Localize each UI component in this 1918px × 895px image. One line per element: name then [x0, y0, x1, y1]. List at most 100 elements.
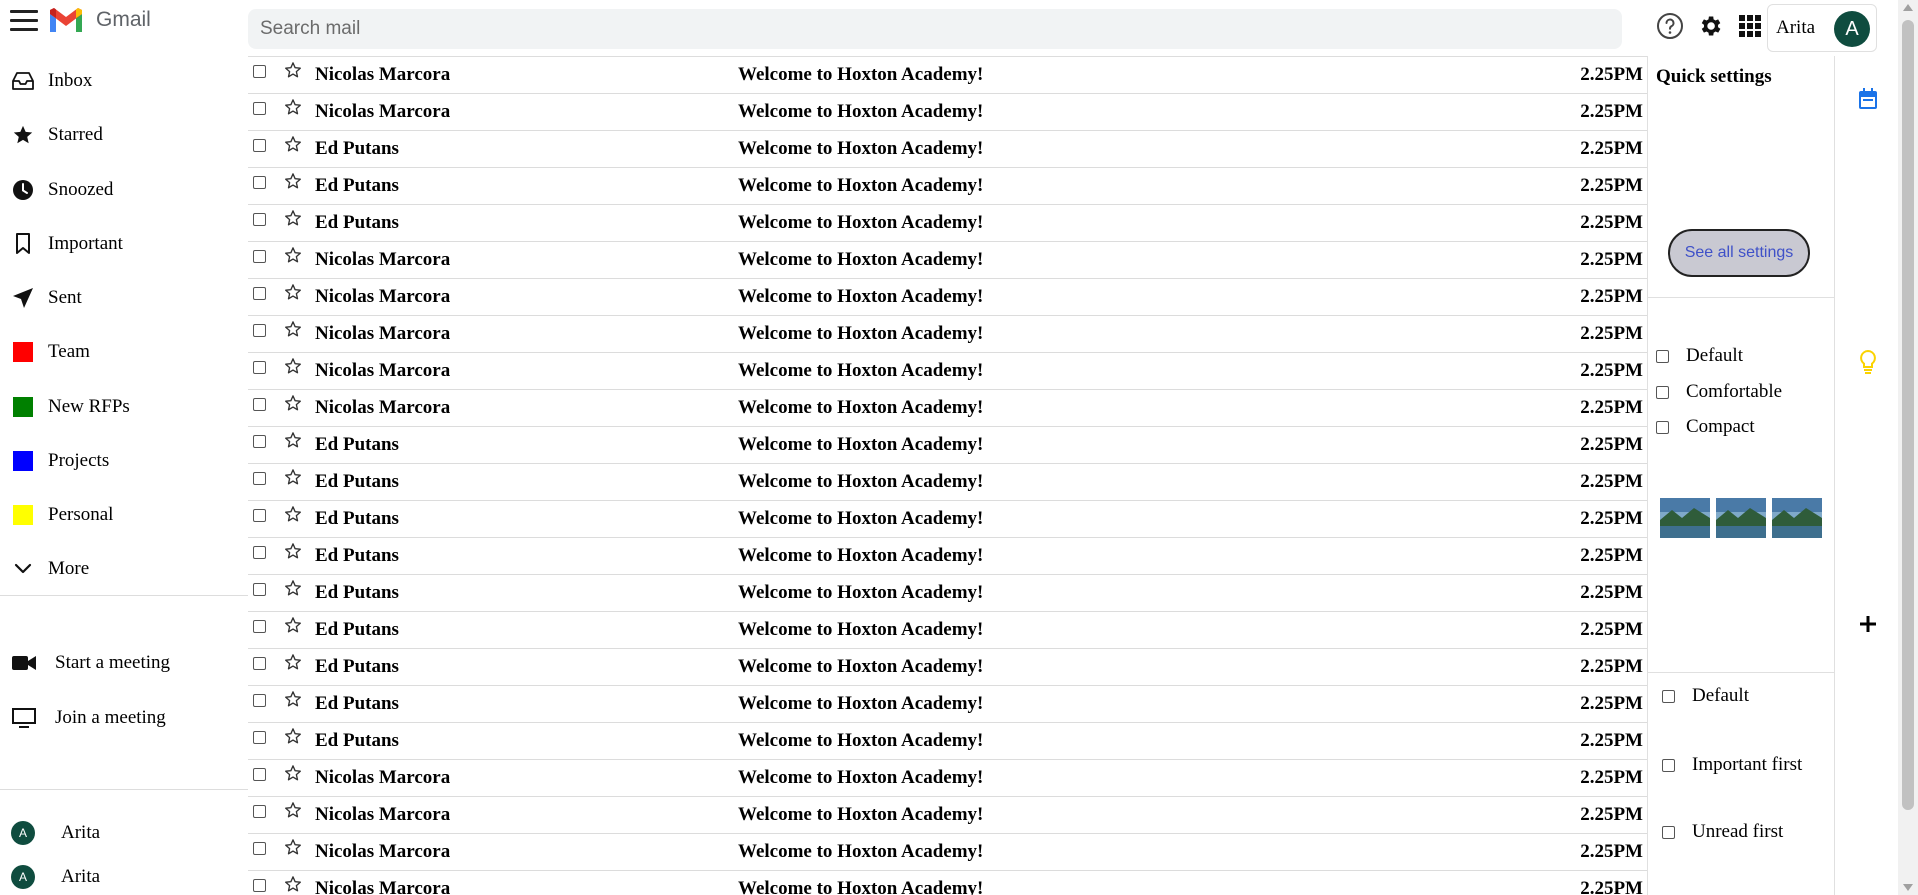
- sidebar-item-personal[interactable]: Personal: [0, 495, 248, 535]
- account-avatar[interactable]: A: [1834, 11, 1870, 47]
- star-outline-icon[interactable]: [284, 727, 302, 745]
- theme-thumbnail[interactable]: [1772, 498, 1822, 538]
- star-outline-icon[interactable]: [284, 653, 302, 671]
- star-outline-icon[interactable]: [284, 468, 302, 486]
- email-row[interactable]: Nicolas Marcora Welcome to Hoxton Academy…: [248, 797, 1647, 834]
- sort-option-default[interactable]: Default: [1662, 684, 1749, 708]
- email-select-checkbox[interactable]: [253, 472, 266, 485]
- email-row[interactable]: Nicolas Marcora Welcome to Hoxton Academy…: [248, 57, 1647, 94]
- email-select-checkbox[interactable]: [253, 768, 266, 781]
- email-select-checkbox[interactable]: [253, 842, 266, 855]
- email-row[interactable]: Ed Putans Welcome to Hoxton Academy! 2.25P…: [248, 649, 1647, 686]
- email-select-checkbox[interactable]: [253, 213, 266, 226]
- density-option-compact[interactable]: Compact: [1656, 415, 1755, 439]
- email-row[interactable]: Ed Putans Welcome to Hoxton Academy! 2.25P…: [248, 538, 1647, 575]
- star-outline-icon[interactable]: [284, 283, 302, 301]
- theme-thumbnail[interactable]: [1660, 498, 1710, 538]
- calendar-icon[interactable]: [1855, 86, 1881, 112]
- email-select-checkbox[interactable]: [253, 398, 266, 411]
- email-select-checkbox[interactable]: [253, 546, 266, 559]
- email-select-checkbox[interactable]: [253, 176, 266, 189]
- email-row[interactable]: Ed Putans Welcome to Hoxton Academy! 2.25P…: [248, 686, 1647, 723]
- checkbox[interactable]: [1662, 689, 1675, 703]
- apps-grid-icon[interactable]: [1735, 11, 1765, 41]
- email-select-checkbox[interactable]: [253, 324, 266, 337]
- sidebar-item-team[interactable]: Team: [0, 332, 248, 372]
- email-row[interactable]: Nicolas Marcora Welcome to Hoxton Academy…: [248, 94, 1647, 131]
- checkbox[interactable]: [1662, 758, 1675, 772]
- theme-thumbnail[interactable]: [1716, 498, 1766, 538]
- star-outline-icon[interactable]: [284, 431, 302, 449]
- email-row[interactable]: Ed Putans Welcome to Hoxton Academy! 2.25P…: [248, 723, 1647, 760]
- join-meeting-button[interactable]: Join a meeting: [0, 698, 248, 738]
- email-row[interactable]: Ed Putans Welcome to Hoxton Academy! 2.25P…: [248, 464, 1647, 501]
- star-outline-icon[interactable]: [284, 801, 302, 819]
- start-meeting-button[interactable]: Start a meeting: [0, 643, 248, 683]
- sidebar-item-more[interactable]: More: [0, 549, 248, 589]
- scroll-up-arrow-icon[interactable]: [1903, 4, 1913, 11]
- star-outline-icon[interactable]: [284, 209, 302, 227]
- sidebar-item-sent[interactable]: Sent: [0, 278, 248, 318]
- scroll-down-arrow-icon[interactable]: [1903, 884, 1913, 891]
- settings-gear-icon[interactable]: [1695, 11, 1725, 41]
- email-select-checkbox[interactable]: [253, 657, 266, 670]
- email-select-checkbox[interactable]: [253, 361, 266, 374]
- email-select-checkbox[interactable]: [253, 694, 266, 707]
- checkbox[interactable]: [1656, 349, 1669, 363]
- email-row[interactable]: Ed Putans Welcome to Hoxton Academy! 2.25P…: [248, 205, 1647, 242]
- add-icon[interactable]: [1855, 611, 1881, 637]
- email-row[interactable]: Nicolas Marcora Welcome to Hoxton Academy…: [248, 390, 1647, 427]
- sidebar-item-projects[interactable]: Projects: [0, 441, 248, 481]
- star-outline-icon[interactable]: [284, 542, 302, 560]
- star-outline-icon[interactable]: [284, 357, 302, 375]
- chat-user[interactable]: A Arita: [0, 859, 248, 895]
- email-row[interactable]: Ed Putans Welcome to Hoxton Academy! 2.25P…: [248, 612, 1647, 649]
- density-option-comfortable[interactable]: Comfortable: [1656, 380, 1782, 404]
- checkbox[interactable]: [1662, 825, 1675, 839]
- scrollbar-thumb[interactable]: [1902, 20, 1914, 810]
- email-row[interactable]: Ed Putans Welcome to Hoxton Academy! 2.25P…: [248, 575, 1647, 612]
- sidebar-item-snoozed[interactable]: Snoozed: [0, 170, 248, 210]
- email-select-checkbox[interactable]: [253, 250, 266, 263]
- email-row[interactable]: Nicolas Marcora Welcome to Hoxton Academy…: [248, 871, 1647, 895]
- chat-user[interactable]: A Arita: [0, 815, 248, 851]
- checkbox[interactable]: [1656, 385, 1669, 399]
- email-select-checkbox[interactable]: [253, 139, 266, 152]
- star-outline-icon[interactable]: [284, 135, 302, 153]
- star-outline-icon[interactable]: [284, 61, 302, 79]
- star-outline-icon[interactable]: [284, 579, 302, 597]
- see-all-settings-button[interactable]: See all settings: [1668, 229, 1810, 277]
- email-row[interactable]: Nicolas Marcora Welcome to Hoxton Academy…: [248, 834, 1647, 871]
- email-select-checkbox[interactable]: [253, 805, 266, 818]
- email-row[interactable]: Nicolas Marcora Welcome to Hoxton Academy…: [248, 316, 1647, 353]
- email-select-checkbox[interactable]: [253, 287, 266, 300]
- star-outline-icon[interactable]: [284, 838, 302, 856]
- email-select-checkbox[interactable]: [253, 435, 266, 448]
- email-select-checkbox[interactable]: [253, 509, 266, 522]
- star-outline-icon[interactable]: [284, 764, 302, 782]
- keep-bulb-icon[interactable]: [1855, 349, 1881, 375]
- star-outline-icon[interactable]: [284, 505, 302, 523]
- search-input[interactable]: [248, 9, 1622, 49]
- gmail-logo-icon[interactable]: [48, 7, 84, 34]
- sort-option-unread-first[interactable]: Unread first: [1662, 820, 1783, 844]
- sidebar-item-inbox[interactable]: Inbox: [0, 61, 248, 101]
- email-row[interactable]: Nicolas Marcora Welcome to Hoxton Academy…: [248, 279, 1647, 316]
- checkbox[interactable]: [1656, 420, 1669, 434]
- sidebar-item-important[interactable]: Important: [0, 224, 248, 264]
- email-select-checkbox[interactable]: [253, 879, 266, 892]
- star-outline-icon[interactable]: [284, 98, 302, 116]
- email-select-checkbox[interactable]: [253, 583, 266, 596]
- star-outline-icon[interactable]: [284, 320, 302, 338]
- email-row[interactable]: Ed Putans Welcome to Hoxton Academy! 2.25P…: [248, 501, 1647, 538]
- email-select-checkbox[interactable]: [253, 65, 266, 78]
- email-row[interactable]: Ed Putans Welcome to Hoxton Academy! 2.25P…: [248, 131, 1647, 168]
- star-outline-icon[interactable]: [284, 690, 302, 708]
- email-row[interactable]: Ed Putans Welcome to Hoxton Academy! 2.25P…: [248, 168, 1647, 205]
- account-switcher[interactable]: Arita A: [1767, 4, 1877, 52]
- email-row[interactable]: Nicolas Marcora Welcome to Hoxton Academy…: [248, 242, 1647, 279]
- sidebar-item-new-rfps[interactable]: New RFPs: [0, 387, 248, 427]
- density-option-default[interactable]: Default: [1656, 344, 1743, 368]
- star-outline-icon[interactable]: [284, 172, 302, 190]
- star-outline-icon[interactable]: [284, 394, 302, 412]
